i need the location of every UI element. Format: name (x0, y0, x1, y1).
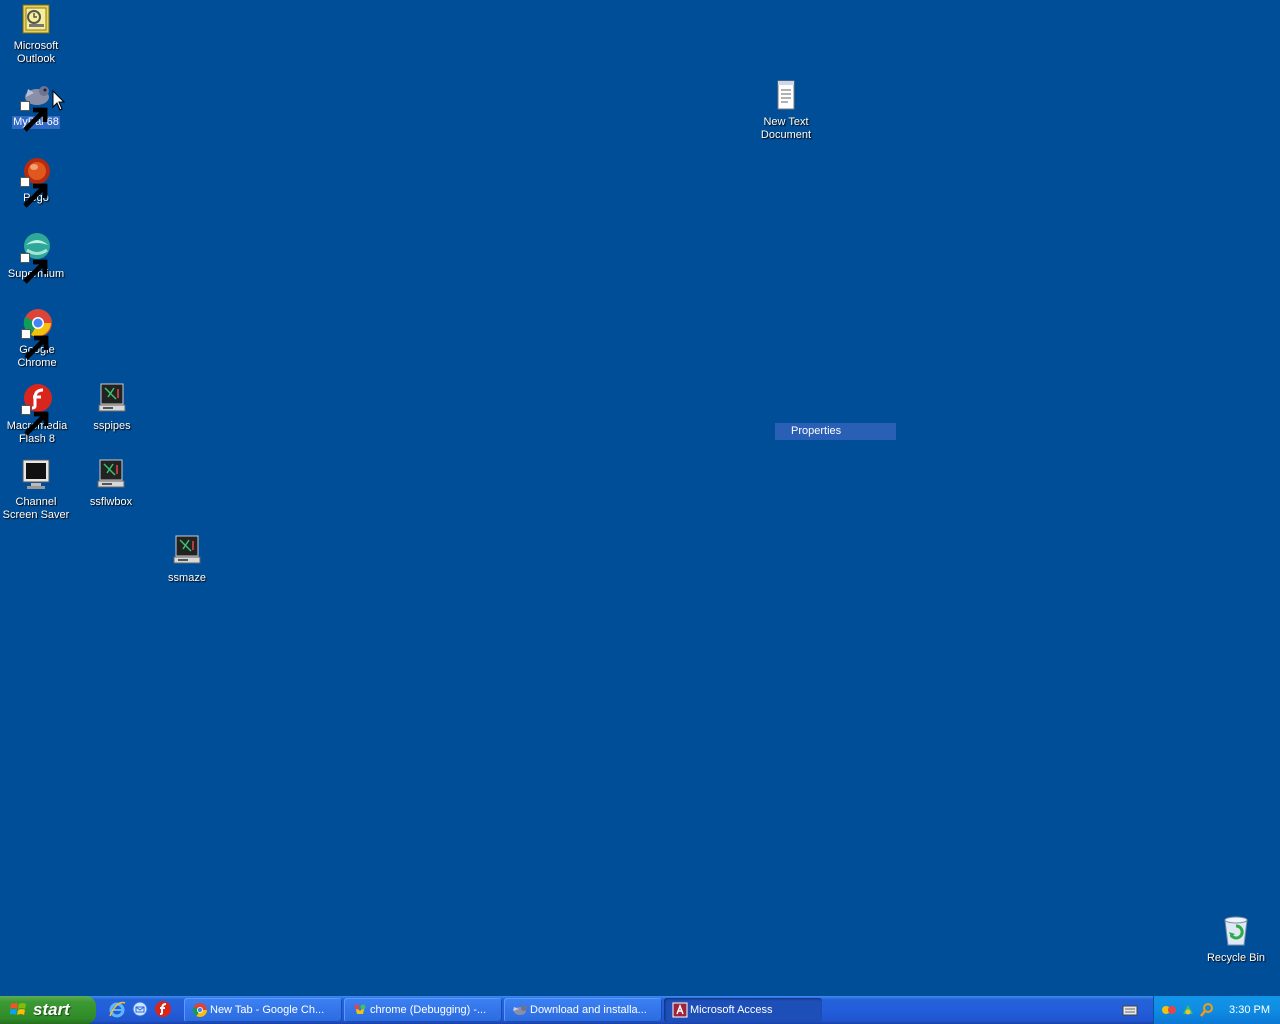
desktop-icon-label: ssflwbox (89, 496, 133, 508)
shortcut-arrow-icon (20, 177, 48, 208)
desktop-icon-channel-screen-saver[interactable]: Channel Screen Saver (0, 459, 74, 523)
supermium-icon (20, 231, 52, 284)
taskbar-button-label: Microsoft Access (690, 1004, 773, 1016)
shortcut-arrow-icon (20, 101, 48, 132)
desktop-icon-ssmaze[interactable]: ssmaze (149, 535, 225, 586)
flash-icon[interactable] (154, 1000, 172, 1018)
access-icon (672, 1002, 688, 1018)
mypal-icon (20, 79, 52, 132)
desktop-icon-supermium[interactable]: Supermium (0, 231, 74, 284)
desktop[interactable]: Microsoft Outlook MyPal 68 Pego Supermiu… (0, 0, 1280, 996)
tray-network-icon[interactable] (1180, 1002, 1196, 1018)
shortcut-arrow-icon (21, 329, 49, 360)
taskbar-button-label: chrome (Debugging) -... (370, 1004, 487, 1016)
desktop-icon-label: ssmaze (168, 572, 206, 584)
desktop-icon-label: sspipes (93, 420, 131, 432)
mouse-cursor-icon (52, 90, 66, 111)
tray-app-icon[interactable] (1161, 1002, 1177, 1018)
outlook-express-icon[interactable] (131, 1000, 149, 1018)
taskbar-button-microsoft-access[interactable]: Microsoft Access (664, 998, 822, 1022)
taskbar-button-chrome-debugging[interactable]: chrome (Debugging) -... (344, 998, 502, 1022)
shortcut-arrow-icon (21, 405, 49, 436)
taskbar-button-label: New Tab - Google Ch... (210, 1004, 325, 1016)
keyboard-layout-icon[interactable] (1122, 1003, 1138, 1017)
recycle-bin-icon (1220, 915, 1252, 947)
desktop-icon-label: New Text Document (760, 116, 812, 141)
clock[interactable]: 3:30 PM (1229, 996, 1270, 1024)
desktop-icon-sspipes[interactable]: sspipes (74, 383, 150, 434)
pego-icon (20, 155, 52, 208)
taskbar-button-chrome[interactable]: New Tab - Google Ch... (184, 998, 342, 1022)
tray-search-icon[interactable] (1199, 1002, 1215, 1018)
desktop-icon-recycle-bin[interactable]: Recycle Bin (1198, 915, 1274, 966)
desktop-icon-new-text-document[interactable]: New Text Document (748, 79, 824, 143)
desktop-icon-ssflwbox[interactable]: ssflwbox (73, 459, 149, 510)
desktop-icon-label: Recycle Bin (1206, 952, 1266, 964)
start-button[interactable]: start (0, 996, 96, 1024)
screensaver-icon (96, 383, 128, 415)
taskbar: start New Tab - Google Ch... chrome (Deb… (0, 996, 1280, 1024)
taskbar-button-label: Download and installa... (530, 1004, 647, 1016)
internet-explorer-icon[interactable] (108, 1000, 126, 1018)
context-menu-properties[interactable]: Properties (775, 423, 896, 440)
outlook-icon (20, 3, 52, 35)
chrome-icon (21, 307, 53, 360)
chrome-icon (192, 1003, 207, 1017)
screensaver-icon (171, 535, 203, 567)
desktop-icon-label: Microsoft Outlook (13, 40, 59, 65)
flash-icon (21, 383, 53, 436)
mypal-icon (513, 1005, 527, 1015)
desktop-icon-chrome[interactable]: Google Chrome (0, 307, 75, 371)
desktop-icon-outlook[interactable]: Microsoft Outlook (0, 3, 74, 67)
monitor-icon (20, 459, 52, 491)
start-label: start (33, 1000, 70, 1019)
text-document-icon (770, 79, 802, 111)
taskbar-button-download[interactable]: Download and installa... (504, 998, 662, 1022)
screensaver-icon (95, 459, 127, 491)
desktop-icon-pego[interactable]: Pego (0, 155, 74, 208)
chrome-debug-icon (354, 1004, 366, 1014)
desktop-icon-label: Channel Screen Saver (2, 496, 70, 521)
shortcut-arrow-icon (20, 253, 48, 284)
windows-logo-icon (10, 1003, 26, 1015)
system-tray: 3:30 PM (1153, 996, 1280, 1024)
desktop-icon-flash[interactable]: Macromedia Flash 8 (0, 383, 75, 447)
